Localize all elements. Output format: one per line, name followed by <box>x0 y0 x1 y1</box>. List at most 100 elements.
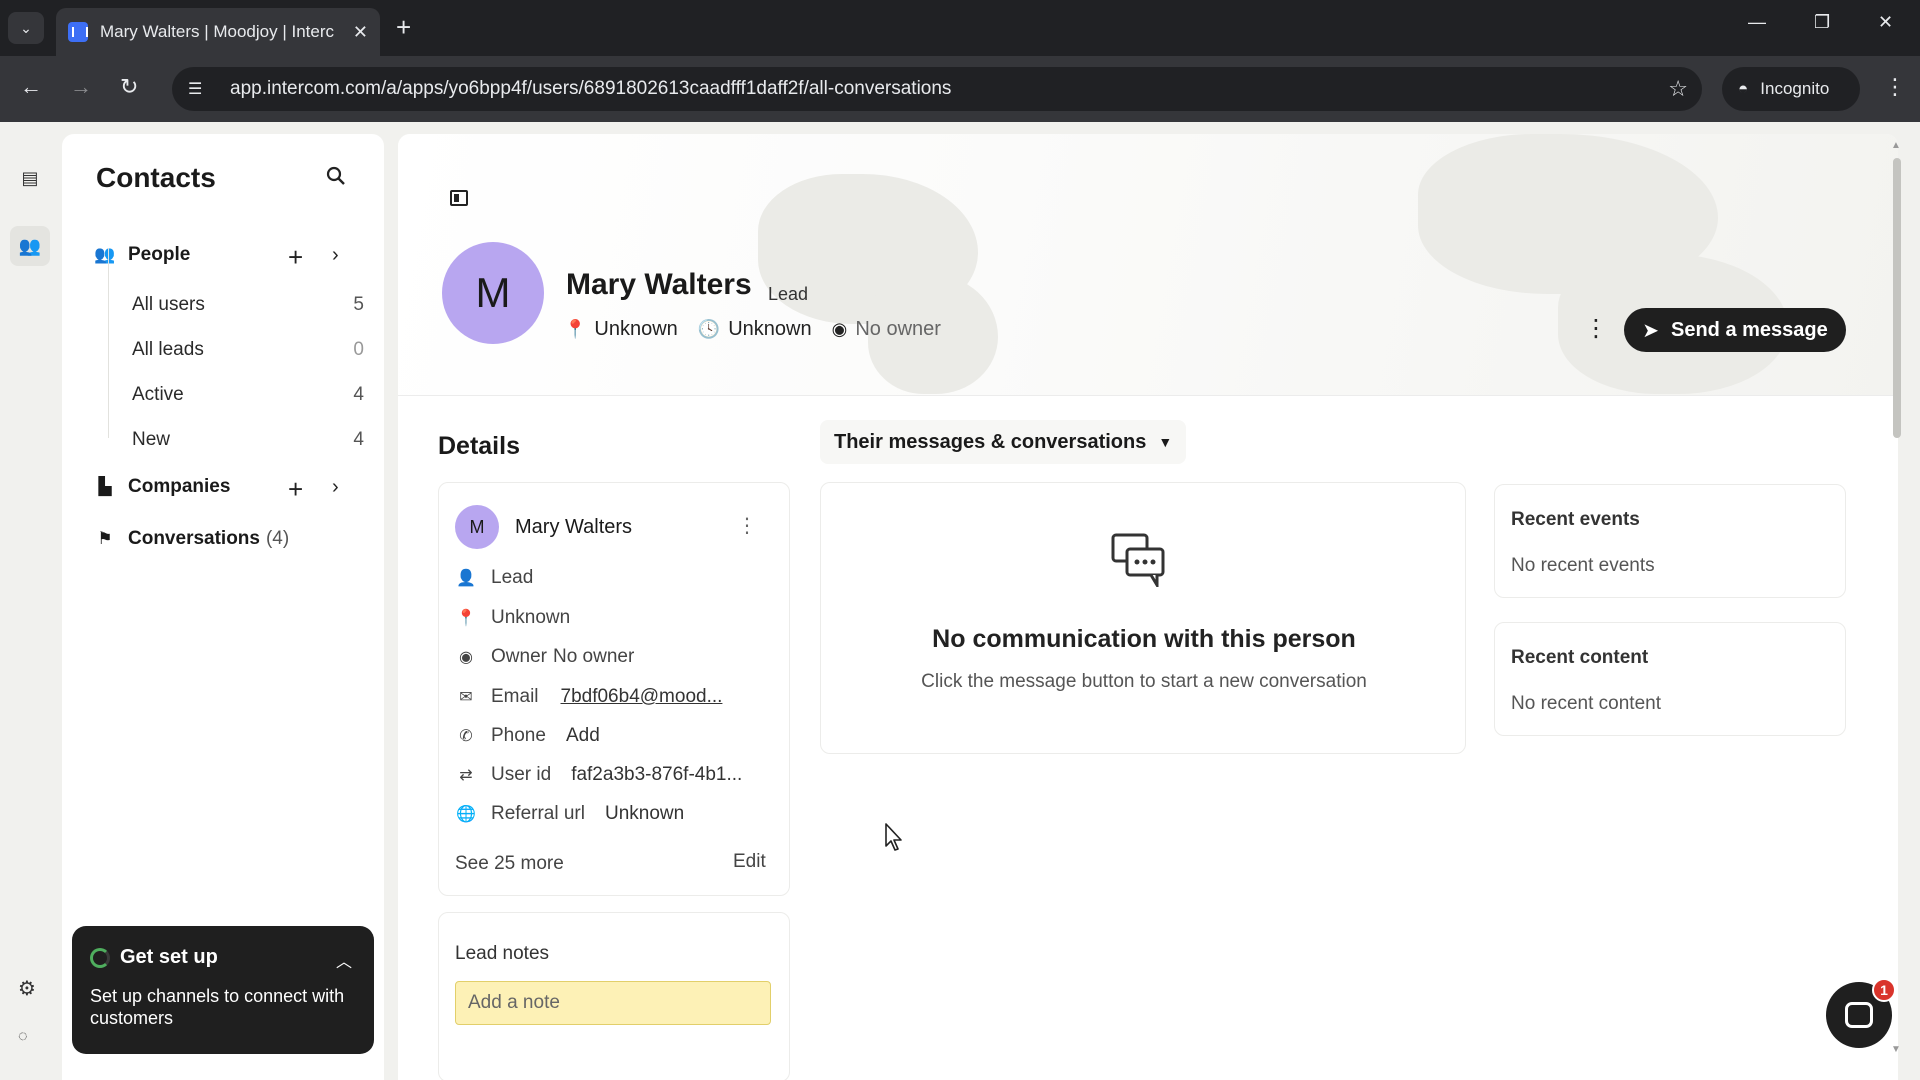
add-note-input[interactable]: Add a note <box>455 981 771 1025</box>
add-company-button[interactable]: + <box>288 476 303 502</box>
attr-owner[interactable]: ◉ Owner No owner <box>455 646 634 668</box>
recent-events-card: Recent events No recent events <box>1494 484 1846 598</box>
get-set-up-title: Get set up <box>120 946 218 968</box>
tab-title: Mary Walters | Moodjoy | Interc <box>100 22 334 41</box>
incognito-label: Incognito <box>1760 79 1830 98</box>
add-person-button[interactable]: + <box>288 244 303 270</box>
restore-button[interactable]: ❐ <box>1814 12 1830 33</box>
sidebar-section-companies[interactable]: ▙ Companies <box>94 476 230 498</box>
sidebar-item-all-users[interactable]: All users 5 <box>132 294 364 316</box>
sidebar-item-label: New <box>132 429 171 450</box>
back-button[interactable]: ← <box>20 74 42 100</box>
inbox-nav-icon[interactable]: ▤ <box>10 158 50 198</box>
address-bar[interactable]: ☰ app.intercom.com/a/apps/yo6bpp4f/users… <box>172 67 1702 111</box>
see-more-link[interactable]: See 25 more <box>455 853 564 875</box>
contact-meta: 📍 Unknown 🕓 Unknown ◉ No owner <box>564 318 941 341</box>
owner-icon: ◉ <box>831 319 848 339</box>
search-icon[interactable] <box>326 166 346 192</box>
edit-details-button[interactable]: Edit <box>733 851 766 873</box>
location-pin-icon: 📍 <box>456 610 476 627</box>
attr-referral-url[interactable]: 🌐 Referral url Unknown <box>455 803 684 825</box>
url-text[interactable]: app.intercom.com/a/apps/yo6bpp4f/users/6… <box>230 78 1668 100</box>
toggle-panel-icon[interactable] <box>450 190 468 206</box>
companies-expand-chevron-icon[interactable]: › <box>332 476 339 499</box>
attr-email-value[interactable]: 7bdf06b4@mood... <box>561 686 723 708</box>
attr-userid-value[interactable]: faf2a3b3-876f-4b1... <box>571 764 742 786</box>
attr-userid-label: User id <box>491 764 552 785</box>
page-scrollbar[interactable]: ▲ ▼ <box>1890 140 1904 1060</box>
browser-menu-icon[interactable]: ⋮ <box>1884 74 1906 100</box>
new-tab-button[interactable]: + <box>396 12 411 42</box>
bookmark-star-icon[interactable]: ☆ <box>1668 76 1688 102</box>
minimize-button[interactable]: — <box>1748 12 1766 33</box>
sidebar-item-all-leads[interactable]: All leads 0 <box>132 339 364 361</box>
scroll-down-arrow-icon[interactable]: ▼ <box>1891 1044 1901 1055</box>
caret-down-icon: ▼ <box>1158 434 1173 450</box>
sidebar-item-active[interactable]: Active 4 <box>132 384 364 406</box>
details-heading: Details <box>438 432 520 460</box>
incognito-indicator[interactable]: ◓ Incognito <box>1722 67 1860 111</box>
attr-owner-label: Owner <box>491 646 547 667</box>
lead-notes-title: Lead notes <box>455 943 550 964</box>
people-expand-chevron-icon[interactable]: › <box>332 244 339 267</box>
forward-button[interactable]: → <box>70 74 92 100</box>
recent-events-empty: No recent events <box>1511 555 1655 576</box>
details-more-icon[interactable]: ⋮ <box>737 513 757 538</box>
details-contact-name: Mary Walters <box>515 515 633 538</box>
messages-filter-dropdown[interactable]: Their messages & conversations ▼ <box>820 420 1187 464</box>
clock-icon: 🕓 <box>697 319 721 339</box>
settings-gear-icon[interactable]: ⚙ <box>18 976 36 1001</box>
sidebar-item-count: 4 <box>353 384 364 405</box>
messenger-launcher-button[interactable]: 1 <box>1826 978 1896 1048</box>
sidebar-item-new[interactable]: New 4 <box>132 429 364 451</box>
get-set-up-widget[interactable]: Get set up ︿ Set up channels to connect … <box>72 926 374 1054</box>
send-message-button[interactable]: ➤ Send a message <box>1624 308 1846 352</box>
attr-location: 📍 Unknown <box>455 607 570 629</box>
avatar: M <box>455 505 499 549</box>
conversations-flag-icon: ⚑ <box>97 529 113 548</box>
owner-icon: ◉ <box>459 649 473 666</box>
site-settings-icon[interactable]: ☰ <box>188 79 210 99</box>
attr-location-value: Unknown <box>491 607 571 628</box>
attr-phone-value[interactable]: Add <box>566 725 600 747</box>
attr-user-id[interactable]: ⇄ User id faf2a3b3-876f-4b1... <box>455 764 742 786</box>
attr-email[interactable]: ✉ Email 7bdf06b4@mood... <box>455 686 722 708</box>
scroll-up-arrow-icon[interactable]: ▲ <box>1891 140 1901 151</box>
sidebar-item-label: All leads <box>132 339 204 360</box>
tab-close-icon[interactable]: ✕ <box>353 22 368 43</box>
contacts-nav-icon[interactable]: 👥 <box>10 226 50 266</box>
attr-referral-value: Unknown <box>604 803 685 824</box>
companies-label: Companies <box>128 476 231 497</box>
person-icon: 👤 <box>456 570 476 587</box>
recent-content-title: Recent content <box>1511 647 1649 668</box>
more-options-icon[interactable]: ⋮ <box>1584 314 1608 343</box>
status-indicator-icon[interactable]: ◌ <box>18 1028 28 1046</box>
attr-type-value: Lead <box>491 567 534 588</box>
scroll-thumb[interactable] <box>1893 158 1901 438</box>
tab-search-button[interactable]: ⌄ <box>8 12 44 44</box>
app-nav-rail: ▤ 👥 <box>0 122 60 1080</box>
empty-state-subtitle: Click the message button to start a new … <box>921 671 1367 692</box>
conversations-card: No communication with this person Click … <box>820 482 1466 754</box>
close-window-button[interactable]: ✕ <box>1878 12 1893 33</box>
attr-phone[interactable]: ✆ Phone Add <box>455 725 600 747</box>
collapse-chevron-icon[interactable]: ︿ <box>336 948 352 972</box>
messages-filter-label: Their messages & conversations <box>834 430 1147 453</box>
profile-header: M Mary Walters Lead 📍 Unknown 🕓 Unknown ◉ N… <box>398 134 1898 396</box>
attr-email-label: Email <box>491 686 539 707</box>
avatar: M <box>442 242 544 344</box>
browser-tab[interactable]: Mary Walters | Moodjoy | Interc ✕ <box>56 8 380 56</box>
messenger-icon <box>1845 1002 1873 1028</box>
attr-phone-label: Phone <box>491 725 546 746</box>
sidebar-title: Contacts <box>96 162 216 193</box>
lead-notes-card: Lead notes Add a note <box>438 912 790 1080</box>
reload-button[interactable]: ↻ <box>120 74 138 100</box>
sidebar-section-conversations[interactable]: ⚑ Conversations (4) <box>94 528 289 550</box>
swap-arrows-icon: ⇄ <box>459 767 473 784</box>
owner-value[interactable]: No owner <box>855 318 941 341</box>
progress-spinner-icon <box>90 947 110 968</box>
send-message-label: Send a message <box>1671 318 1828 341</box>
location-value: Unknown <box>594 318 678 340</box>
sidebar-item-count: 0 <box>353 339 364 360</box>
location-pin-icon: 📍 <box>564 319 587 339</box>
